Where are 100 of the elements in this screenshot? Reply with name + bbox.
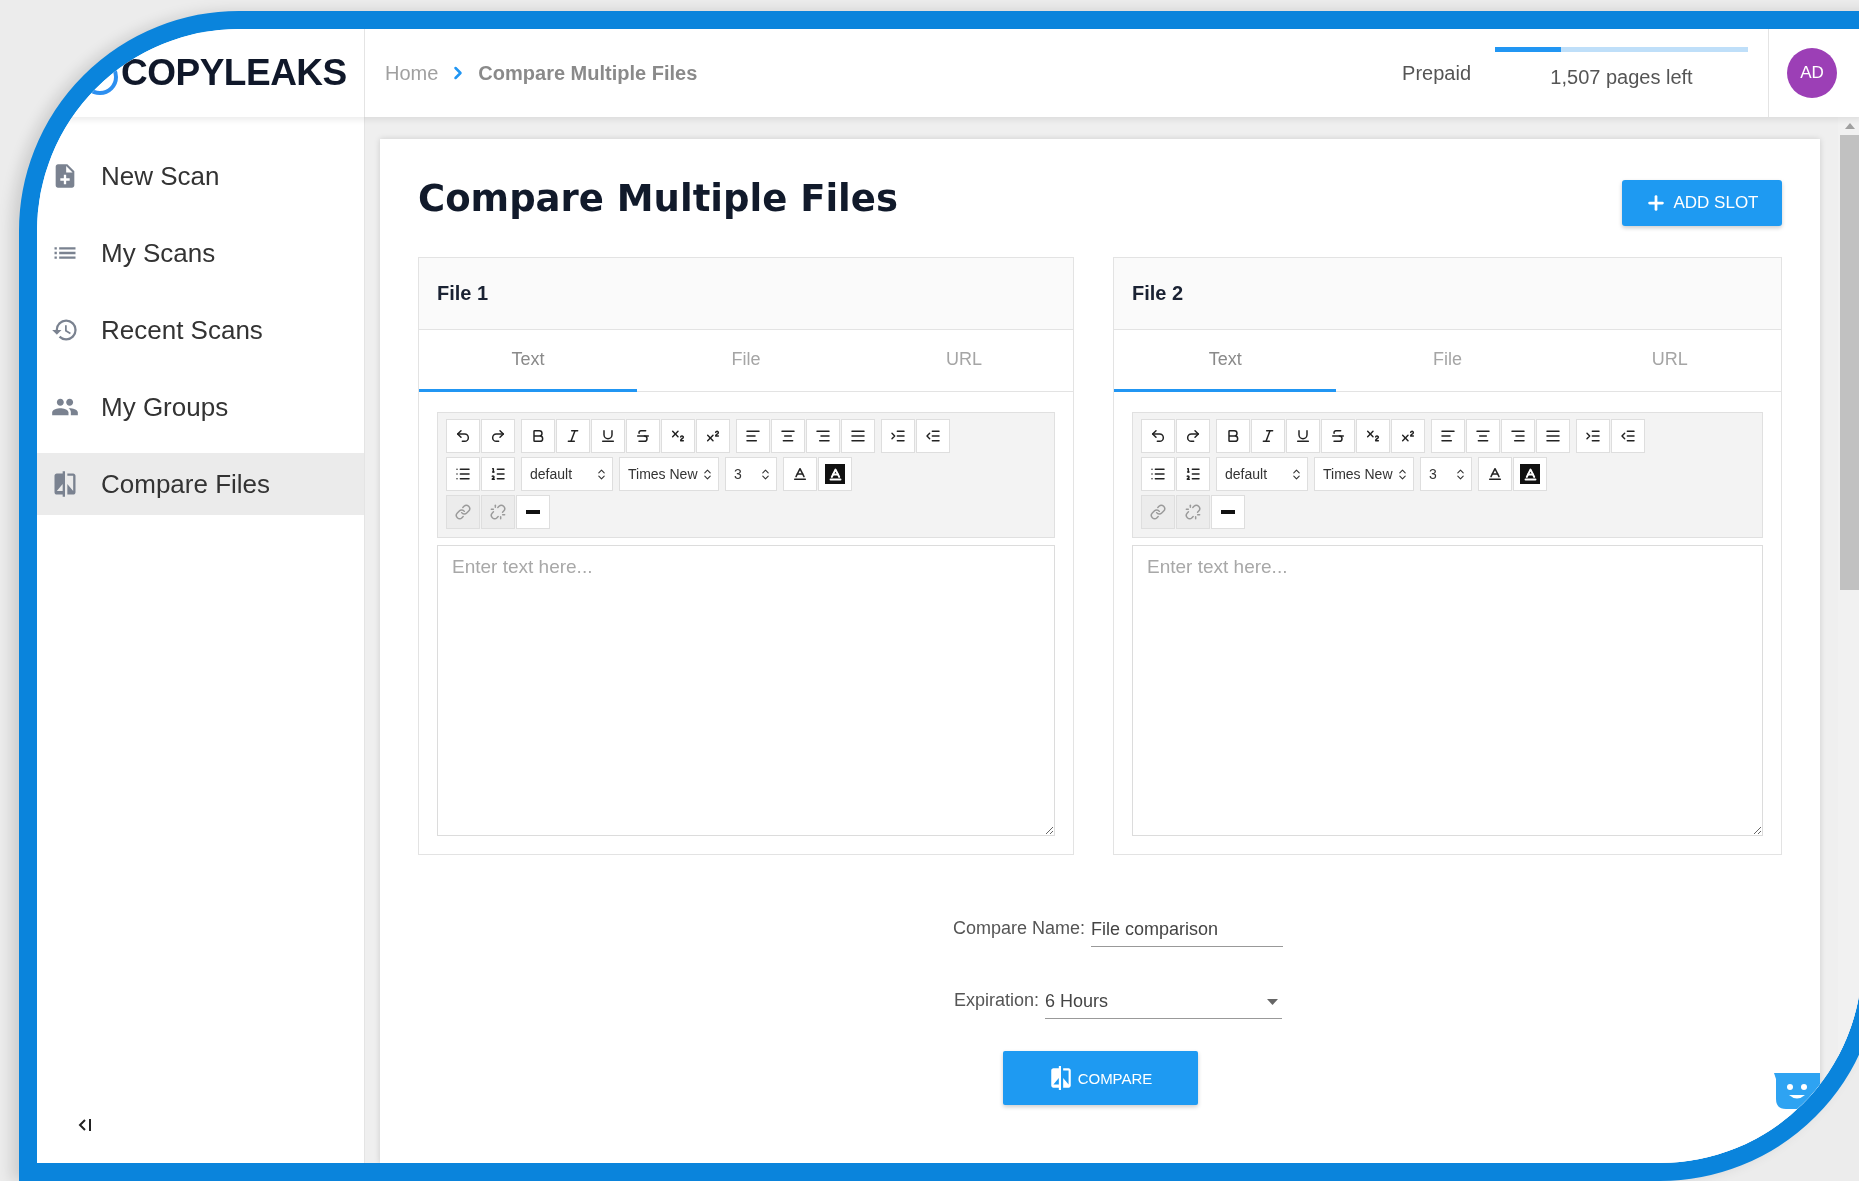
sidebar-item[interactable]: Compare Files xyxy=(37,453,364,515)
align-left-button[interactable] xyxy=(736,419,770,453)
input-tab[interactable]: Text xyxy=(419,330,637,392)
highlight-icon xyxy=(825,464,845,484)
outdent-button[interactable] xyxy=(1611,419,1645,453)
justify-icon xyxy=(850,428,866,444)
bold-button[interactable] xyxy=(1216,419,1250,453)
text-color-button[interactable] xyxy=(1478,457,1512,491)
align-center-icon xyxy=(780,428,796,444)
strikethrough-button[interactable] xyxy=(1321,419,1355,453)
sidebar-item[interactable]: My Groups xyxy=(37,376,364,438)
toolbar-dropdown[interactable]: 3 xyxy=(1420,457,1472,491)
horizontal-rule-button[interactable] xyxy=(1211,495,1245,529)
plan-label: Prepaid xyxy=(1402,61,1471,85)
text-color-button[interactable] xyxy=(783,457,817,491)
italic-button[interactable] xyxy=(1251,419,1285,453)
link-icon xyxy=(1150,504,1166,520)
unlink-icon xyxy=(490,504,506,520)
updown-arrow-icon xyxy=(701,467,714,481)
bullet-list-icon xyxy=(1150,466,1166,482)
toolbar-dropdown[interactable]: 3 xyxy=(725,457,777,491)
toolbar-dropdown[interactable]: Times New xyxy=(619,457,719,491)
numbered-list-icon xyxy=(1185,466,1201,482)
expiration-dropdown[interactable]: 6 Hours xyxy=(1045,991,1282,1019)
updown-arrow-icon xyxy=(759,467,772,481)
text-color-icon xyxy=(1487,466,1503,482)
undo-icon xyxy=(455,428,471,444)
sidebar-item[interactable]: New Scan xyxy=(37,145,364,207)
strikethrough-icon xyxy=(635,428,651,444)
undo-button[interactable] xyxy=(1141,419,1175,453)
text-input-area[interactable]: Enter text here... xyxy=(1132,545,1763,836)
numbered-list-button[interactable] xyxy=(1176,457,1210,491)
justify-button[interactable] xyxy=(1536,419,1570,453)
subscript-button[interactable] xyxy=(661,419,695,453)
page-title: Compare Multiple Files xyxy=(418,176,898,220)
bold-button[interactable] xyxy=(521,419,555,453)
outdent-icon xyxy=(925,428,941,444)
underline-button[interactable] xyxy=(591,419,625,453)
superscript-button[interactable] xyxy=(696,419,730,453)
justify-button[interactable] xyxy=(841,419,875,453)
highlight-icon xyxy=(1520,464,1540,484)
align-left-icon xyxy=(745,428,761,444)
numbered-list-icon xyxy=(490,466,506,482)
redo-button[interactable] xyxy=(481,419,515,453)
outdent-button[interactable] xyxy=(916,419,950,453)
user-avatar[interactable]: AD xyxy=(1787,48,1837,98)
numbered-list-button[interactable] xyxy=(481,457,515,491)
updown-arrow-icon xyxy=(1396,467,1409,481)
undo-icon xyxy=(1150,428,1166,444)
italic-button[interactable] xyxy=(556,419,590,453)
text-input-area[interactable]: Enter text here... xyxy=(437,545,1055,836)
updown-arrow-icon xyxy=(1454,467,1467,481)
align-right-button[interactable] xyxy=(1501,419,1535,453)
toolbar-dropdown[interactable]: Times New xyxy=(1314,457,1414,491)
text-color-icon xyxy=(792,466,808,482)
redo-icon xyxy=(1185,428,1201,444)
bold-icon xyxy=(1225,428,1241,444)
undo-button[interactable] xyxy=(446,419,480,453)
align-center-icon xyxy=(1475,428,1491,444)
align-center-button[interactable] xyxy=(1466,419,1500,453)
underline-icon xyxy=(1295,428,1311,444)
subscript-button[interactable] xyxy=(1356,419,1390,453)
file-title: File 1 xyxy=(419,258,1073,330)
align-right-button[interactable] xyxy=(806,419,840,453)
superscript-icon xyxy=(1400,428,1416,444)
updown-arrow-icon xyxy=(595,467,608,481)
superscript-button[interactable] xyxy=(1391,419,1425,453)
indent-button[interactable] xyxy=(1576,419,1610,453)
align-left-icon xyxy=(1440,428,1456,444)
indent-icon xyxy=(890,428,906,444)
subscript-icon xyxy=(1365,428,1381,444)
strikethrough-button[interactable] xyxy=(626,419,660,453)
sidebar-item[interactable]: My Scans xyxy=(37,222,364,284)
dropdown-arrow-icon xyxy=(1267,998,1278,1005)
justify-icon xyxy=(1545,428,1561,444)
indent-button[interactable] xyxy=(881,419,915,453)
link-icon xyxy=(455,504,471,520)
bullet-list-button[interactable] xyxy=(1141,457,1175,491)
toolbar-dropdown[interactable]: default xyxy=(521,457,613,491)
sidebar-item[interactable]: Recent Scans xyxy=(37,299,364,361)
toolbar-dropdown[interactable]: default xyxy=(1216,457,1308,491)
italic-icon xyxy=(565,428,581,444)
align-center-button[interactable] xyxy=(771,419,805,453)
redo-icon xyxy=(490,428,506,444)
scroll-thumb[interactable] xyxy=(1840,135,1859,590)
compare-name-field[interactable]: File comparison xyxy=(1091,919,1283,947)
align-right-icon xyxy=(815,428,831,444)
scroll-up-icon xyxy=(1845,123,1855,129)
bullet-list-icon xyxy=(455,466,471,482)
italic-icon xyxy=(1260,428,1276,444)
align-right-icon xyxy=(1510,428,1526,444)
align-left-button[interactable] xyxy=(1431,419,1465,453)
strikethrough-icon xyxy=(1330,428,1346,444)
bold-icon xyxy=(530,428,546,444)
redo-button[interactable] xyxy=(1176,419,1210,453)
unlink-icon xyxy=(1185,504,1201,520)
underline-button[interactable] xyxy=(1286,419,1320,453)
bullet-list-button[interactable] xyxy=(446,457,480,491)
horizontal-rule-button[interactable] xyxy=(516,495,550,529)
field-label: Expiration: xyxy=(953,990,1039,1012)
